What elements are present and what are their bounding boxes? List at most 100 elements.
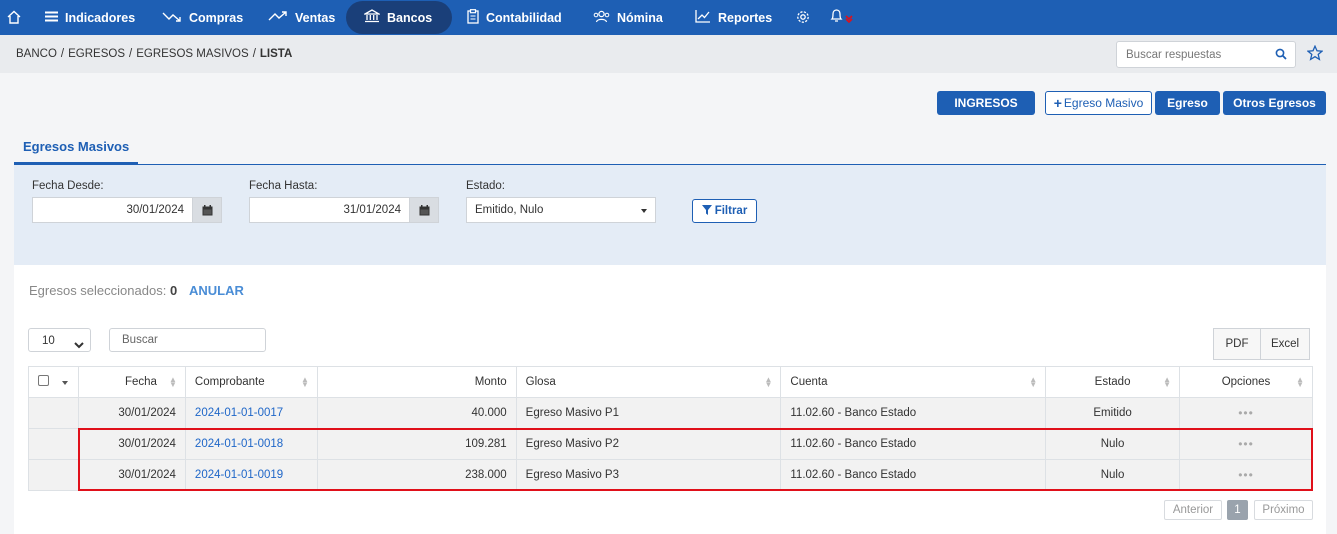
filtrar-button[interactable]: Filtrar [692, 199, 757, 223]
cell-fecha: 30/01/2024 [77, 428, 186, 460]
col-header-monto[interactable]: Monto [316, 366, 517, 398]
bank-icon [362, 9, 387, 26]
table-search-input[interactable] [110, 329, 260, 351]
egreso-masivo-button[interactable]: + Egreso Masivo [1045, 91, 1152, 115]
col-header-glosa[interactable]: Glosa ▲ ▼ [515, 366, 782, 398]
breadcrumb-item[interactable]: BANCO [16, 48, 57, 60]
caret-down-icon[interactable] [62, 380, 69, 385]
more-options-icon[interactable]: ••• [1238, 406, 1254, 420]
fecha-hasta-label: Fecha Hasta: [249, 180, 318, 192]
select-all-header[interactable] [28, 366, 79, 398]
cell-fecha: 30/01/2024 [77, 459, 186, 491]
nav-bancos[interactable]: Bancos [346, 1, 453, 34]
col-header-comprobante[interactable]: Comprobante ▲ ▼ [184, 366, 318, 398]
pagination-next[interactable]: Próximo [1254, 500, 1313, 520]
row-select-cell [28, 459, 79, 491]
table-row[interactable]: 30/01/2024 2024-01-01-0018 109.281 Egres… [28, 428, 1313, 460]
bell-icon[interactable] [829, 8, 857, 29]
egreso-masivo-label: Egreso Masivo [1063, 96, 1144, 110]
cell-glosa: Egreso Masivo P1 [515, 397, 782, 429]
col-header-cuenta[interactable]: Cuenta ▲ ▼ [780, 366, 1047, 398]
sort-icon: ▲ ▼ [764, 375, 773, 389]
nav-label: Indicadores [65, 10, 136, 25]
ingresos-button[interactable]: INGRESOS [937, 91, 1035, 115]
select-all-checkbox[interactable] [38, 375, 49, 386]
row-select-cell [28, 428, 79, 460]
page-length-select[interactable]: 10 [28, 328, 91, 352]
cell-cuenta: 11.02.60 - Banco Estado [780, 459, 1047, 491]
cell-opciones: ••• [1179, 428, 1313, 460]
cell-opciones: ••• [1179, 459, 1313, 491]
cell-cuenta: 11.02.60 - Banco Estado [780, 428, 1047, 460]
col-header-label: Glosa [525, 376, 556, 388]
cell-estado: Nulo [1045, 428, 1181, 460]
breadcrumb-item[interactable]: EGRESOS MASIVOS [136, 48, 248, 60]
nav-label: Contabilidad [486, 10, 562, 25]
cell-comprobante-link[interactable]: 2024-01-01-0019 [184, 459, 318, 491]
people-icon [593, 10, 617, 26]
table-row[interactable]: 30/01/2024 2024-01-01-0017 40.000 Egreso… [28, 397, 1313, 429]
breadcrumb-current: LISTA [259, 48, 293, 60]
cell-estado: Emitido [1045, 397, 1181, 429]
col-header-label: Cuenta [790, 376, 828, 388]
row-select-cell [28, 397, 79, 429]
more-options-icon[interactable]: ••• [1238, 437, 1254, 451]
fecha-hasta-field[interactable]: 31/01/2024 [249, 197, 439, 223]
home-icon[interactable] [7, 10, 21, 27]
cell-monto: 40.000 [316, 397, 517, 429]
fecha-desde-field[interactable]: 30/01/2024 [32, 197, 222, 223]
nav-label: Reportes [718, 10, 773, 25]
cell-estado: Nulo [1045, 459, 1181, 491]
more-options-icon[interactable]: ••• [1238, 468, 1254, 482]
fecha-hasta-value[interactable]: 31/01/2024 [250, 198, 409, 222]
cell-opciones: ••• [1179, 397, 1313, 429]
tab-egresos-masivos[interactable]: Egresos Masivos [14, 139, 139, 164]
table-header-row: Fecha ▲ ▼ Comprobante ▲ ▼ Monto Glosa ▲ ▼ Cuen… [28, 366, 1313, 398]
nav-reportes[interactable]: Reportes [695, 0, 772, 35]
cell-comprobante-link[interactable]: 2024-01-01-0017 [184, 397, 318, 429]
selected-label: Egresos seleccionados: [29, 283, 167, 298]
pagination-prev[interactable]: Anterior [1164, 500, 1222, 520]
page-length-value: 10 [42, 335, 55, 347]
gear-icon[interactable] [795, 9, 811, 28]
cell-glosa: Egreso Masivo P2 [515, 428, 782, 460]
breadcrumb-bar: BANCO / EGRESOS / EGRESOS MASIVOS / LISTA [0, 35, 1337, 73]
clipboard-icon [467, 8, 486, 27]
table-row[interactable]: 30/01/2024 2024-01-01-0019 238.000 Egres… [28, 459, 1313, 491]
search-icon[interactable] [1275, 48, 1287, 63]
list-icon [45, 11, 65, 25]
nav-indicadores[interactable]: Indicadores [45, 0, 135, 35]
export-excel-button[interactable]: Excel [1260, 328, 1310, 360]
col-header-fecha[interactable]: Fecha ▲ ▼ [77, 366, 186, 398]
col-header-label: Comprobante [194, 376, 265, 388]
star-icon[interactable] [1306, 44, 1324, 64]
egreso-button[interactable]: Egreso [1155, 91, 1220, 115]
fecha-desde-value[interactable]: 30/01/2024 [33, 198, 192, 222]
cell-monto: 238.000 [316, 459, 517, 491]
help-search-input[interactable] [1117, 42, 1257, 67]
sort-icon: ▲ ▼ [1296, 375, 1304, 389]
chart-icon [695, 9, 718, 26]
trend-up-icon [268, 10, 295, 25]
breadcrumb-item[interactable]: EGRESOS [68, 48, 125, 60]
export-pdf-button[interactable]: PDF [1213, 328, 1261, 360]
col-header-estado[interactable]: Estado ▲ ▼ [1045, 366, 1181, 398]
estado-select[interactable]: Emitido, Nulo [466, 197, 656, 223]
nav-nomina[interactable]: Nómina [593, 0, 663, 35]
col-header-opciones[interactable]: Opciones ▲ ▼ [1179, 366, 1313, 398]
anular-link[interactable]: ANULAR [189, 283, 244, 298]
cell-comprobante-link[interactable]: 2024-01-01-0018 [184, 428, 318, 460]
egresos-table: Fecha ▲ ▼ Comprobante ▲ ▼ Monto Glosa ▲ ▼ Cuen… [28, 366, 1313, 491]
sort-icon: ▲ ▼ [1163, 375, 1172, 389]
calendar-icon[interactable] [409, 198, 438, 222]
nav-contabilidad[interactable]: Contabilidad [467, 0, 562, 35]
calendar-icon[interactable] [192, 198, 221, 222]
filtrar-label: Filtrar [714, 205, 748, 217]
nav-compras[interactable]: Compras [162, 0, 243, 35]
cell-glosa: Egreso Masivo P3 [515, 459, 782, 491]
nav-ventas[interactable]: Ventas [268, 0, 335, 35]
otros-egresos-button[interactable]: Otros Egresos [1223, 91, 1326, 115]
trend-down-icon [162, 10, 189, 25]
top-navbar: Indicadores Compras Ventas Bancos Contab… [0, 0, 1337, 35]
pagination-page-current[interactable]: 1 [1227, 500, 1248, 520]
